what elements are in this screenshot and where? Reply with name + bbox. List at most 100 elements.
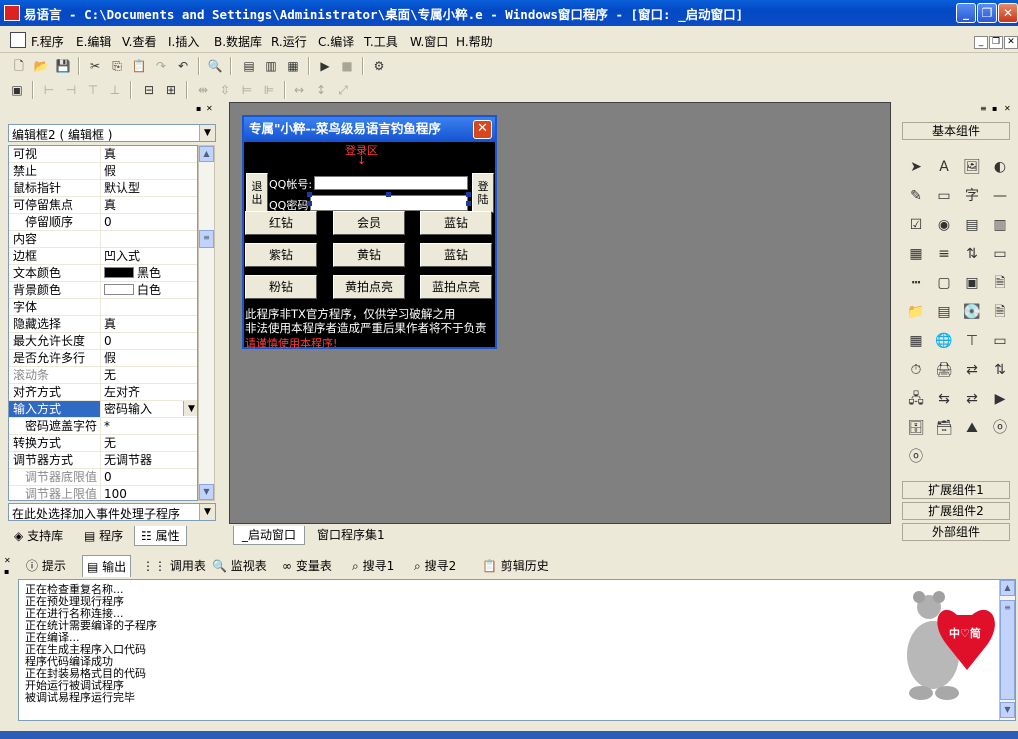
- tab-variables[interactable]: ∞ 变量表: [282, 555, 332, 577]
- output-scrollbar[interactable]: ▲ ≡ ▼: [999, 580, 1015, 720]
- combobox-icon[interactable]: ▥: [988, 213, 1012, 237]
- radio-icon[interactable]: ◉: [932, 213, 956, 237]
- chevron-down-icon[interactable]: ▼: [199, 125, 215, 141]
- filebox-icon[interactable]: 🗎: [988, 271, 1012, 295]
- same-height-icon[interactable]: ↕: [312, 81, 330, 99]
- scroll-icon[interactable]: ≡: [932, 242, 956, 266]
- socket-icon[interactable]: ⇆: [932, 387, 956, 411]
- dirbox-icon[interactable]: 📁: [904, 300, 928, 324]
- pointer-icon[interactable]: ➤: [904, 155, 928, 179]
- property-row[interactable]: 内容: [9, 231, 197, 248]
- media-icon[interactable]: ▶: [988, 387, 1012, 411]
- panel-menu-icon[interactable]: ≡: [980, 104, 987, 116]
- property-row[interactable]: 鼠标指针 默认型: [9, 180, 197, 197]
- dbsource-icon[interactable]: 🗃: [932, 416, 956, 440]
- property-value[interactable]: 真: [102, 316, 197, 332]
- progress-icon[interactable]: ▭: [988, 242, 1012, 266]
- center-v-icon[interactable]: ⊞: [162, 81, 180, 99]
- property-row[interactable]: 调节器方式 无调节器: [9, 452, 197, 469]
- slider-icon[interactable]: ⊤: [960, 329, 984, 353]
- find-icon[interactable]: 🔍: [206, 57, 224, 75]
- space-v-icon[interactable]: ⇳: [216, 81, 234, 99]
- text-icon[interactable]: 字: [960, 184, 984, 208]
- property-value[interactable]: 100: [102, 486, 197, 500]
- panel-icon[interactable]: ▢: [932, 271, 956, 295]
- layout2-icon[interactable]: ▥: [262, 57, 280, 75]
- chevron-down-icon[interactable]: ▼: [199, 504, 215, 520]
- property-value[interactable]: 假: [102, 350, 197, 366]
- client-icon[interactable]: 🖧: [904, 387, 928, 411]
- open-folder-icon[interactable]: 📂: [32, 57, 50, 75]
- tab-search-1[interactable]: ⌕ 搜寻1: [352, 555, 394, 577]
- menu-tools[interactable]: T.工具: [364, 33, 398, 50]
- align-right-icon[interactable]: ⊣: [62, 81, 80, 99]
- property-row[interactable]: 文本颜色 黑色: [9, 265, 197, 282]
- member-button[interactable]: 会员: [333, 211, 405, 235]
- scroll-down-icon[interactable]: ▼: [199, 484, 214, 500]
- tab-startup-window[interactable]: _启动窗口: [233, 526, 306, 545]
- maximize-button[interactable]: ❐: [977, 3, 997, 23]
- selection-handle[interactable]: [307, 192, 312, 197]
- property-value[interactable]: *: [102, 418, 197, 434]
- cut-icon[interactable]: ✂: [86, 57, 104, 75]
- tab-support-lib[interactable]: ◈ 支持库: [8, 526, 69, 546]
- align-top-icon[interactable]: ⊤: [84, 81, 102, 99]
- scroll-up-icon[interactable]: ▲: [199, 146, 214, 162]
- property-row[interactable]: 对齐方式 左对齐: [9, 384, 197, 401]
- tab-program[interactable]: ▤ 程序: [78, 526, 129, 546]
- run-icon[interactable]: ▶: [316, 57, 334, 75]
- mdi-restore-icon[interactable]: ❐: [989, 36, 1003, 49]
- property-value[interactable]: 假: [102, 163, 197, 179]
- tab-window-program-set[interactable]: 窗口程序集1: [309, 526, 393, 545]
- property-row[interactable]: 字体: [9, 299, 197, 316]
- tab-search-2[interactable]: ⌕ 搜寻2: [414, 555, 456, 577]
- dist-h-icon[interactable]: ⊨: [238, 81, 256, 99]
- property-value[interactable]: 密码输入 ▼: [102, 401, 197, 417]
- object-selector[interactable]: 编辑框2 ( 编辑框 ) ▼: [8, 124, 216, 142]
- stop-icon[interactable]: ■: [338, 57, 356, 75]
- panel-close-icon[interactable]: ✕: [206, 104, 213, 116]
- property-value[interactable]: 真: [102, 146, 197, 162]
- property-row[interactable]: 滚动条无: [9, 367, 197, 384]
- menu-edit[interactable]: E.编辑: [76, 33, 111, 50]
- space-h-icon[interactable]: ⇹: [194, 81, 212, 99]
- dist-v-icon[interactable]: ⊫: [260, 81, 278, 99]
- tab-clip-history[interactable]: 📋 剪辑历史: [482, 555, 549, 577]
- property-row[interactable]: 输入方式 密码输入 ▼: [9, 401, 197, 418]
- panel-pin-icon[interactable]: ▪: [992, 104, 997, 116]
- scroll-thumb[interactable]: ≡: [199, 230, 214, 248]
- qq-password-input[interactable]: [310, 195, 468, 211]
- globe-icon[interactable]: 🌐: [932, 329, 956, 353]
- property-row[interactable]: 调节器底限值 0: [9, 469, 197, 486]
- doc-icon[interactable]: [10, 32, 26, 48]
- odbc2-icon[interactable]: ⓞ: [904, 445, 928, 469]
- property-value[interactable]: 黑色: [102, 265, 197, 281]
- debug-icon[interactable]: ⚙: [370, 57, 388, 75]
- selection-handle[interactable]: [307, 201, 312, 206]
- selection-handle[interactable]: [466, 192, 471, 197]
- event-selector[interactable]: 在此处选择加入事件处理子程序 ▼: [8, 503, 216, 521]
- copy-icon[interactable]: ⎘: [108, 57, 126, 75]
- login-button[interactable]: 登陆: [472, 173, 494, 213]
- frame-icon[interactable]: ▭: [988, 329, 1012, 353]
- property-row[interactable]: 背景颜色 白色: [9, 282, 197, 299]
- netlink-icon[interactable]: ⇅: [988, 358, 1012, 382]
- blue-diamond-button[interactable]: 蓝钻: [420, 211, 492, 235]
- menu-window[interactable]: W.窗口: [410, 33, 448, 50]
- menu-database[interactable]: B.数据库: [214, 33, 262, 50]
- selection-handle[interactable]: [466, 201, 471, 206]
- red-diamond-button[interactable]: 红钻: [245, 211, 317, 235]
- ext-components-2-button[interactable]: 扩展组件2: [902, 502, 1010, 520]
- close-button[interactable]: ✕: [998, 3, 1018, 23]
- basic-components-button[interactable]: 基本组件: [902, 122, 1010, 140]
- doc-icon[interactable]: 🗎: [988, 300, 1012, 324]
- drive-icon[interactable]: 💽: [960, 300, 984, 324]
- dde-icon[interactable]: ⇄: [960, 387, 984, 411]
- redo-icon[interactable]: ↷: [152, 57, 170, 75]
- property-value[interactable]: 左对齐: [102, 384, 197, 400]
- grid-icon[interactable]: ▦: [904, 242, 928, 266]
- panel-close-icon[interactable]: ✕: [4, 556, 11, 565]
- property-value[interactable]: 无: [102, 367, 197, 383]
- tab-properties[interactable]: ☷ 属性: [134, 526, 187, 546]
- app-icon[interactable]: [4, 5, 20, 21]
